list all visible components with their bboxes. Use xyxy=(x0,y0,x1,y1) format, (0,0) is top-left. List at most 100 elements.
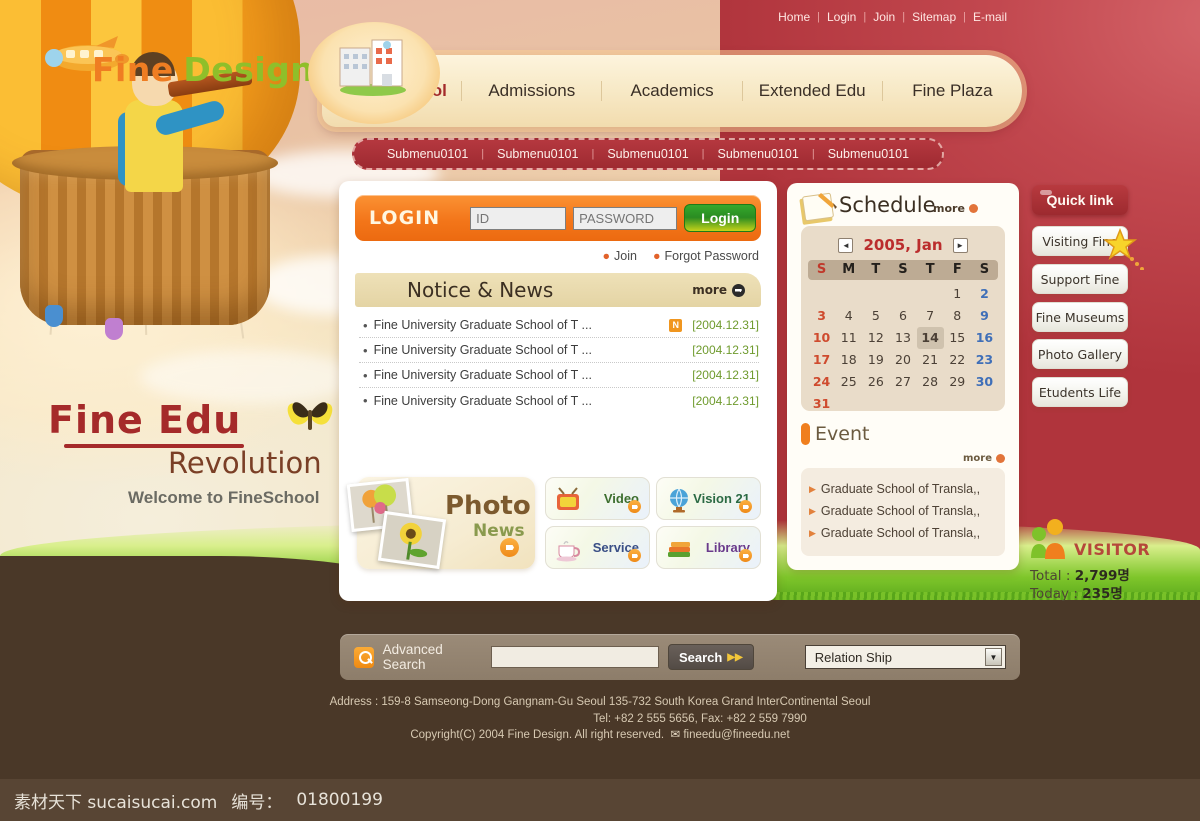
login-id-input[interactable] xyxy=(470,206,567,230)
event-row[interactable]: ▶ Graduate School of Transla,, xyxy=(809,500,997,522)
triangle-right-icon: ▶ xyxy=(809,527,816,538)
watermark-id-label: 编号： xyxy=(231,792,283,813)
nav-item-academics[interactable]: Academics xyxy=(601,81,741,101)
calendar-day-24[interactable]: 24 xyxy=(808,371,835,393)
calendar-header: ◄ 2005, Jan ► xyxy=(808,234,998,256)
calendar-day-18[interactable]: 18 xyxy=(835,349,862,371)
calendar-next-month-button[interactable]: ► xyxy=(952,237,968,253)
utility-nav-sitemap[interactable]: Sitemap xyxy=(905,10,963,24)
calendar-day-2[interactable]: 2 xyxy=(971,283,998,305)
login-password-input[interactable] xyxy=(573,206,678,230)
calendar-day-17[interactable]: 17 xyxy=(808,349,835,371)
new-badge: N xyxy=(669,318,683,332)
service-button-vision-21[interactable]: Vision 21 xyxy=(656,477,761,520)
login-link-join[interactable]: Join xyxy=(614,249,637,263)
calendar-day-4[interactable]: 4 xyxy=(835,305,862,327)
notice-more-button[interactable]: more xyxy=(692,283,745,297)
calendar-day-5[interactable]: 5 xyxy=(862,305,889,327)
event-row[interactable]: ▶ Graduate School of Transla,, xyxy=(809,478,997,500)
notice-date: [2004.12.31] xyxy=(692,343,759,357)
utility-nav-home[interactable]: Home xyxy=(771,10,817,24)
notice-row[interactable]: • Fine University Graduate School of T .… xyxy=(359,388,759,413)
calendar-day-21[interactable]: 21 xyxy=(917,349,944,371)
event-text: Graduate School of Transla,, xyxy=(820,504,981,518)
calendar-day-25[interactable]: 25 xyxy=(835,371,862,393)
footer-info: Address : 159-8 Samseong-Dong Gangnam-Gu… xyxy=(0,694,1200,744)
login-title: LOGIN xyxy=(369,207,441,229)
footer-email[interactable]: fineedu@fineedu.net xyxy=(683,729,789,741)
service-button-video[interactable]: Video xyxy=(545,477,650,520)
notice-text: Fine University Graduate School of T ... xyxy=(373,393,592,408)
utility-nav-join[interactable]: Join xyxy=(866,10,902,24)
double-arrow-icon: ▶▶ xyxy=(727,651,743,663)
notice-row[interactable]: • Fine University Graduate School of T .… xyxy=(359,338,759,363)
calendar-day-23[interactable]: 23 xyxy=(971,349,998,371)
calendar-day-6[interactable]: 6 xyxy=(889,305,916,327)
calendar-day-19[interactable]: 19 xyxy=(862,349,889,371)
search-input[interactable] xyxy=(491,646,659,668)
calendar-day-22[interactable]: 22 xyxy=(944,349,971,371)
notice-row[interactable]: • Fine University Graduate School of T .… xyxy=(359,313,759,338)
calendar-day-28[interactable]: 28 xyxy=(917,371,944,393)
triangle-right-icon: ▶ xyxy=(809,483,816,494)
calendar-day-10[interactable]: 10 xyxy=(808,327,835,349)
relation-ship-select[interactable]: Relation Ship ▼ xyxy=(804,645,1006,669)
submenu-item-1[interactable]: Submenu0101 xyxy=(374,147,481,161)
calendar-day-27[interactable]: 27 xyxy=(889,371,916,393)
calendar-day-15[interactable]: 15 xyxy=(944,327,971,349)
calendar-day-14[interactable]: 14 xyxy=(916,327,944,349)
utility-nav-email[interactable]: E-mail xyxy=(966,10,1014,24)
footer-copyright-row: Copyright(C) 2004 Fine Design. All right… xyxy=(0,727,1200,744)
event-more-button[interactable]: more xyxy=(963,453,1005,464)
nav-item-extended-edu[interactable]: Extended Edu xyxy=(741,81,882,101)
calendar-day-26[interactable]: 26 xyxy=(862,371,889,393)
calendar-day-7[interactable]: 7 xyxy=(917,305,944,327)
nav-item-admissions[interactable]: Admissions xyxy=(461,81,601,101)
submenu-item-2[interactable]: Submenu0101 xyxy=(484,147,591,161)
books-icon xyxy=(668,542,690,557)
service-button-library[interactable]: Library xyxy=(656,526,761,569)
submenu-item-3[interactable]: Submenu0101 xyxy=(594,147,701,161)
visitor-stats: Total : 2,799명 Today : 235명 xyxy=(1030,567,1130,603)
nav-item-fine-plaza[interactable]: Fine Plaza xyxy=(881,81,1022,101)
calendar-day-16[interactable]: 16 xyxy=(971,327,998,349)
calendar-day-9[interactable]: 9 xyxy=(971,305,998,327)
search-submit-button[interactable]: Search ▶▶ xyxy=(667,644,754,670)
calendar-day-1[interactable]: 1 xyxy=(944,283,971,305)
login-submit-button[interactable]: Login xyxy=(684,204,757,232)
calendar-blank-cell xyxy=(889,283,916,305)
calendar-day-grid: 1 2 3 4 5 6 7 8 9 10 11 12 13 14 15 16 17 18 19 20 21 22 23 24 2… xyxy=(808,283,998,415)
butterfly-icon xyxy=(287,402,333,430)
quick-link-fine-museums[interactable]: Fine Museums xyxy=(1032,302,1128,332)
schedule-more-button[interactable]: more xyxy=(933,202,978,215)
main-content-panel: LOGIN Login ●Join ●Forgot Password Notic… xyxy=(339,181,777,601)
calendar-day-13[interactable]: 13 xyxy=(889,327,916,349)
calendar-day-31[interactable]: 31 xyxy=(808,393,835,415)
calendar-day-8[interactable]: 8 xyxy=(944,305,971,327)
colon: : xyxy=(1073,586,1078,602)
site-logo[interactable]: Fine Design xyxy=(92,50,314,89)
calendar-day-30[interactable]: 30 xyxy=(971,371,998,393)
schedule-more-label: more xyxy=(933,202,965,215)
calendar-day-11[interactable]: 11 xyxy=(835,327,862,349)
service-button-service[interactable]: Service xyxy=(545,526,650,569)
calendar-prev-month-button[interactable]: ◄ xyxy=(838,237,854,253)
submenu-item-5[interactable]: Submenu0101 xyxy=(815,147,922,161)
event-row[interactable]: ▶ Graduate School of Transla,, xyxy=(809,522,997,544)
notice-more-label: more xyxy=(692,283,727,297)
visitor-today-row: Today : 235명 xyxy=(1030,585,1130,603)
quick-link-etudents-life[interactable]: Etudents Life xyxy=(1032,377,1128,407)
arrow-right-icon xyxy=(996,454,1005,463)
calendar-day-20[interactable]: 20 xyxy=(889,349,916,371)
search-button-label: Search xyxy=(678,649,723,665)
utility-nav-login[interactable]: Login xyxy=(820,10,863,24)
visitor-title: VISITOR xyxy=(1074,540,1151,559)
calendar-day-12[interactable]: 12 xyxy=(862,327,889,349)
login-link-forgot-password[interactable]: Forgot Password xyxy=(665,249,759,263)
quick-link-photo-gallery[interactable]: Photo Gallery xyxy=(1032,339,1128,369)
calendar-day-29[interactable]: 29 xyxy=(944,371,971,393)
triangle-right-icon: ▶ xyxy=(809,505,816,516)
calendar-day-3[interactable]: 3 xyxy=(808,305,835,327)
submenu-item-4[interactable]: Submenu0101 xyxy=(705,147,812,161)
notice-row[interactable]: • Fine University Graduate School of T .… xyxy=(359,363,759,388)
